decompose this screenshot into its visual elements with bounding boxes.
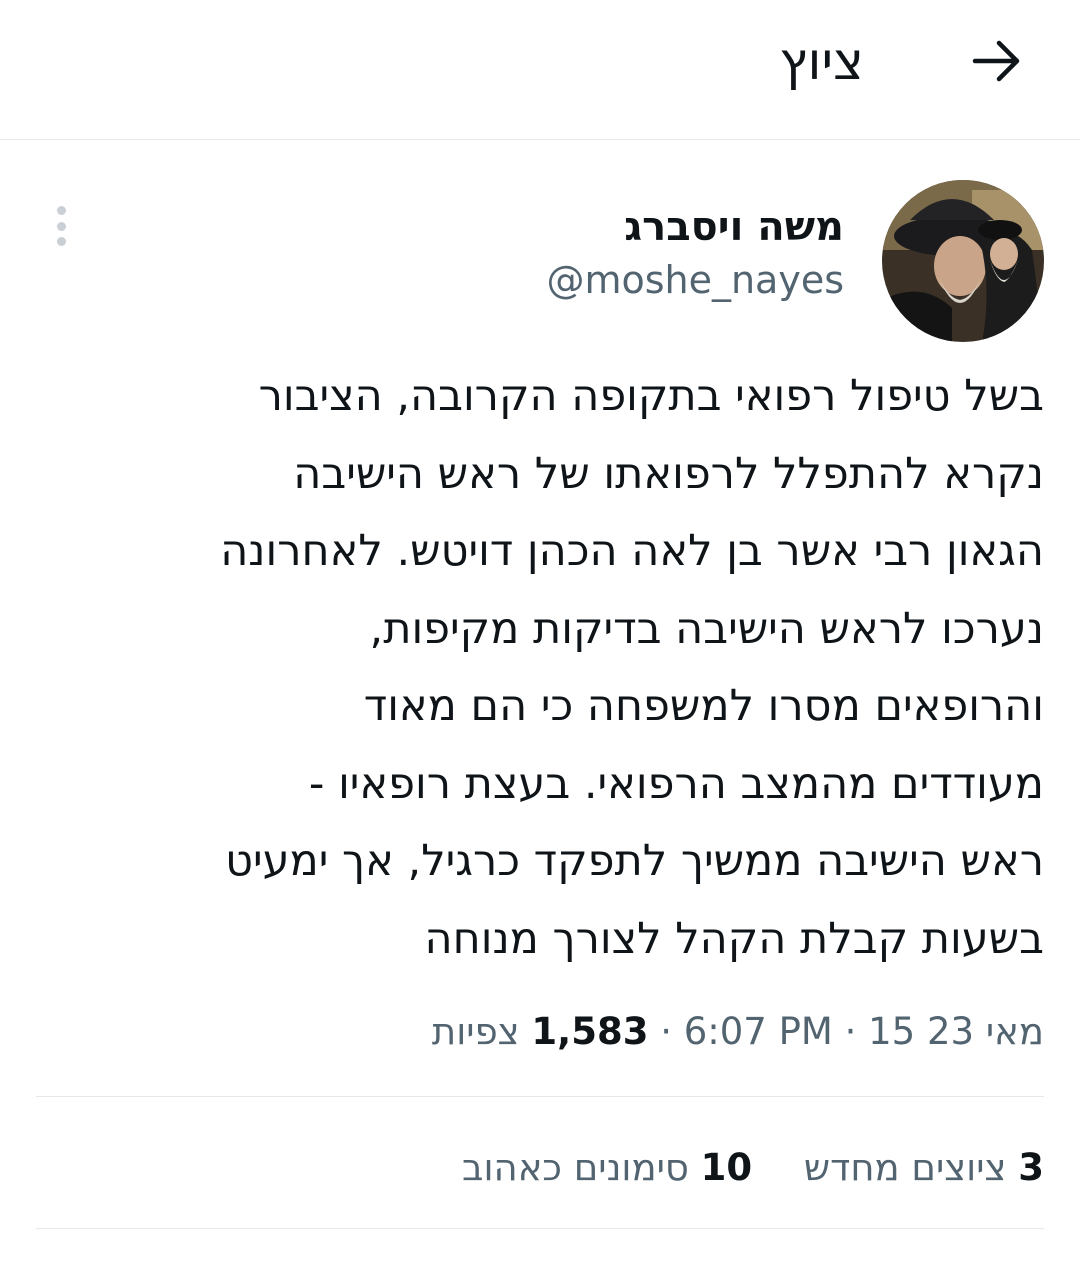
tweet-text-line: נערכו לראש הישיבה בדיקות מקיפות, — [369, 603, 1044, 654]
tweet-stats: 3 ציוצים מחדש 10 סימונים כאהוב — [422, 1143, 1044, 1193]
tweet-text-line: מעודדים מהמצב הרפואי. בעצת רופאיו - — [308, 758, 1044, 809]
tweet-text-line: והרופאים מסרו למשפחה כי הם מאוד — [363, 681, 1044, 731]
arrow-right-icon — [972, 40, 1020, 82]
author-display-name[interactable]: משה ויסברג — [624, 202, 844, 252]
views-label: צפיות — [431, 1010, 520, 1053]
tweet-text-line: הגאון רבי אשר בן לאה הכהן דויטש. לאחרונה — [220, 526, 1044, 576]
avatar[interactable] — [882, 180, 1044, 342]
top-bar: ציוץ — [0, 0, 1080, 140]
tweet-text: בשל טיפול רפואי בתקופה הקרובה, הציבור נק… — [36, 358, 1044, 978]
meta-separator: · — [844, 1010, 857, 1053]
divider — [36, 1096, 1044, 1097]
tweet-text-line: ראש הישיבה ממשיך לתפקד כרגיל, אך ימעיט — [225, 836, 1044, 886]
tweet-date[interactable]: מאי 23 15 — [868, 1010, 1044, 1053]
divider — [36, 1228, 1044, 1229]
tweet-meta: מאי 23 15 · 6:07 PM · 1,583 צפיות — [432, 1006, 1044, 1058]
retweets-label: ציוצים מחדש — [803, 1146, 1007, 1189]
more-vertical-icon — [56, 206, 66, 215]
likes-label: סימונים כאהוב — [462, 1146, 689, 1189]
more-options-button[interactable] — [44, 204, 78, 248]
back-button[interactable] — [962, 26, 1032, 96]
tweet-text-line: בשעות קבלת הקהל לצורך מנוחה — [424, 913, 1044, 964]
likes-stat[interactable]: 10 סימונים כאהוב — [462, 1143, 752, 1193]
tweet-text-line: בשל טיפול רפואי בתקופה הקרובה, הציבור — [258, 371, 1044, 421]
page-title: ציוץ — [779, 32, 864, 92]
retweets-stat[interactable]: 3 ציוצים מחדש — [804, 1143, 1044, 1193]
avatar-photo — [882, 180, 1044, 342]
meta-separator: · — [660, 1010, 672, 1053]
tweet-time[interactable]: 6:07 PM — [684, 1010, 833, 1053]
tweet-text-line: נקרא להתפלל לרפואתו של ראש הישיבה — [293, 448, 1044, 499]
views-count: 1,583 — [531, 1010, 649, 1053]
likes-count: 10 — [700, 1146, 753, 1189]
retweets-count: 3 — [1018, 1146, 1044, 1189]
author-handle[interactable]: @moshe_nayes — [546, 256, 844, 304]
